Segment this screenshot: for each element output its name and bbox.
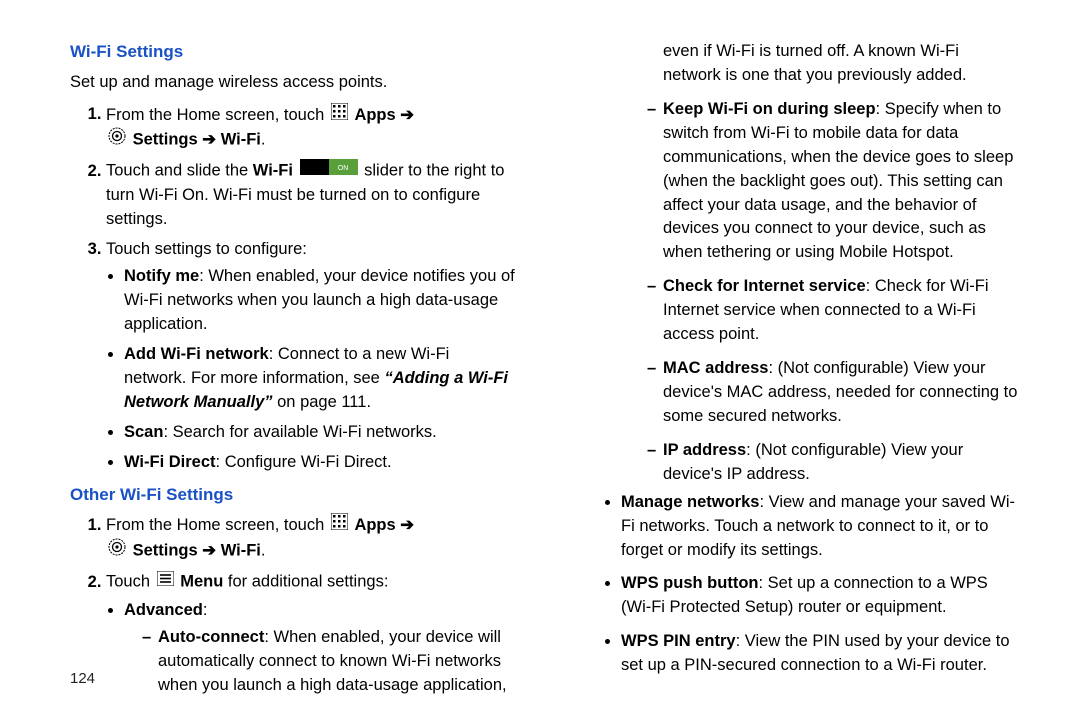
item-check-internet: Check for Internet service: Check for Wi… (647, 275, 1020, 347)
apps-grid-icon (331, 103, 348, 128)
arrow: ➔ (202, 131, 216, 149)
label-apps: Apps (354, 516, 395, 534)
item-wifi-direct: Wi-Fi Direct: Configure Wi-Fi Direct. (124, 451, 515, 475)
step-2: Touch and slide the Wi-Fi ON slider to t… (106, 159, 515, 231)
apps-grid-icon (331, 513, 348, 538)
item-mac-address: MAC address: (Not configurable) View you… (647, 357, 1020, 429)
label-settings: Settings (133, 542, 198, 560)
label-menu: Menu (180, 573, 223, 591)
text: Touch (106, 573, 155, 591)
label-wifi-inline: Wi-Fi (253, 162, 293, 180)
item-wps-pin: WPS PIN entry: View the PIN used by your… (621, 630, 1020, 678)
label-wifi: Wi-Fi (221, 131, 261, 149)
lead-text: Set up and manage wireless access points… (70, 71, 515, 95)
label-settings: Settings (133, 131, 198, 149)
text: From the Home screen, touch (106, 516, 329, 534)
item-manage-networks: Manage networks: View and manage your sa… (621, 491, 1020, 563)
item-ip-address: IP address: (Not configurable) View your… (647, 439, 1020, 487)
text: for additional settings: (223, 573, 388, 591)
text: From the Home screen, touch (106, 105, 329, 123)
sublist: Notify me: When enabled, your device not… (124, 265, 515, 474)
text: Touch settings to configure: (106, 240, 307, 258)
svg-text:ON: ON (337, 165, 348, 172)
arrow: ➔ (400, 105, 414, 123)
arrow: ➔ (400, 516, 414, 534)
settings-gear-icon (108, 127, 126, 153)
ostep-1: From the Home screen, touch Apps ➔ Setti… (106, 513, 515, 564)
item-add-wifi: Add Wi-Fi network: Connect to a new Wi-F… (124, 343, 515, 415)
step-3: Touch settings to configure: Notify me: … (106, 238, 515, 475)
bullet-list-col2: Manage networks: View and manage your sa… (611, 491, 1020, 678)
item-notify-me: Notify me: When enabled, your device not… (124, 265, 515, 337)
toggle-on-icon: ON (300, 159, 358, 183)
step-1: From the Home screen, touch Apps ➔ Setti… (106, 103, 515, 154)
text: Touch and slide the (106, 162, 253, 180)
item-keep-wifi: Keep Wi-Fi on during sleep: Specify when… (647, 98, 1020, 265)
steps-wifi: From the Home screen, touch Apps ➔ Setti… (70, 103, 515, 475)
menu-icon (157, 570, 174, 594)
arrow: ➔ (202, 542, 216, 560)
item-wps-push: WPS push button: Set up a connection to … (621, 572, 1020, 620)
label-wifi: Wi-Fi (221, 542, 261, 560)
settings-gear-icon (108, 538, 126, 564)
item-scan: Scan: Search for available Wi-Fi network… (124, 421, 515, 445)
label-apps: Apps (354, 105, 395, 123)
heading-wifi-settings: Wi-Fi Settings (70, 40, 515, 65)
heading-other-wifi: Other Wi-Fi Settings (70, 483, 515, 508)
page-number: 124 (70, 668, 95, 690)
